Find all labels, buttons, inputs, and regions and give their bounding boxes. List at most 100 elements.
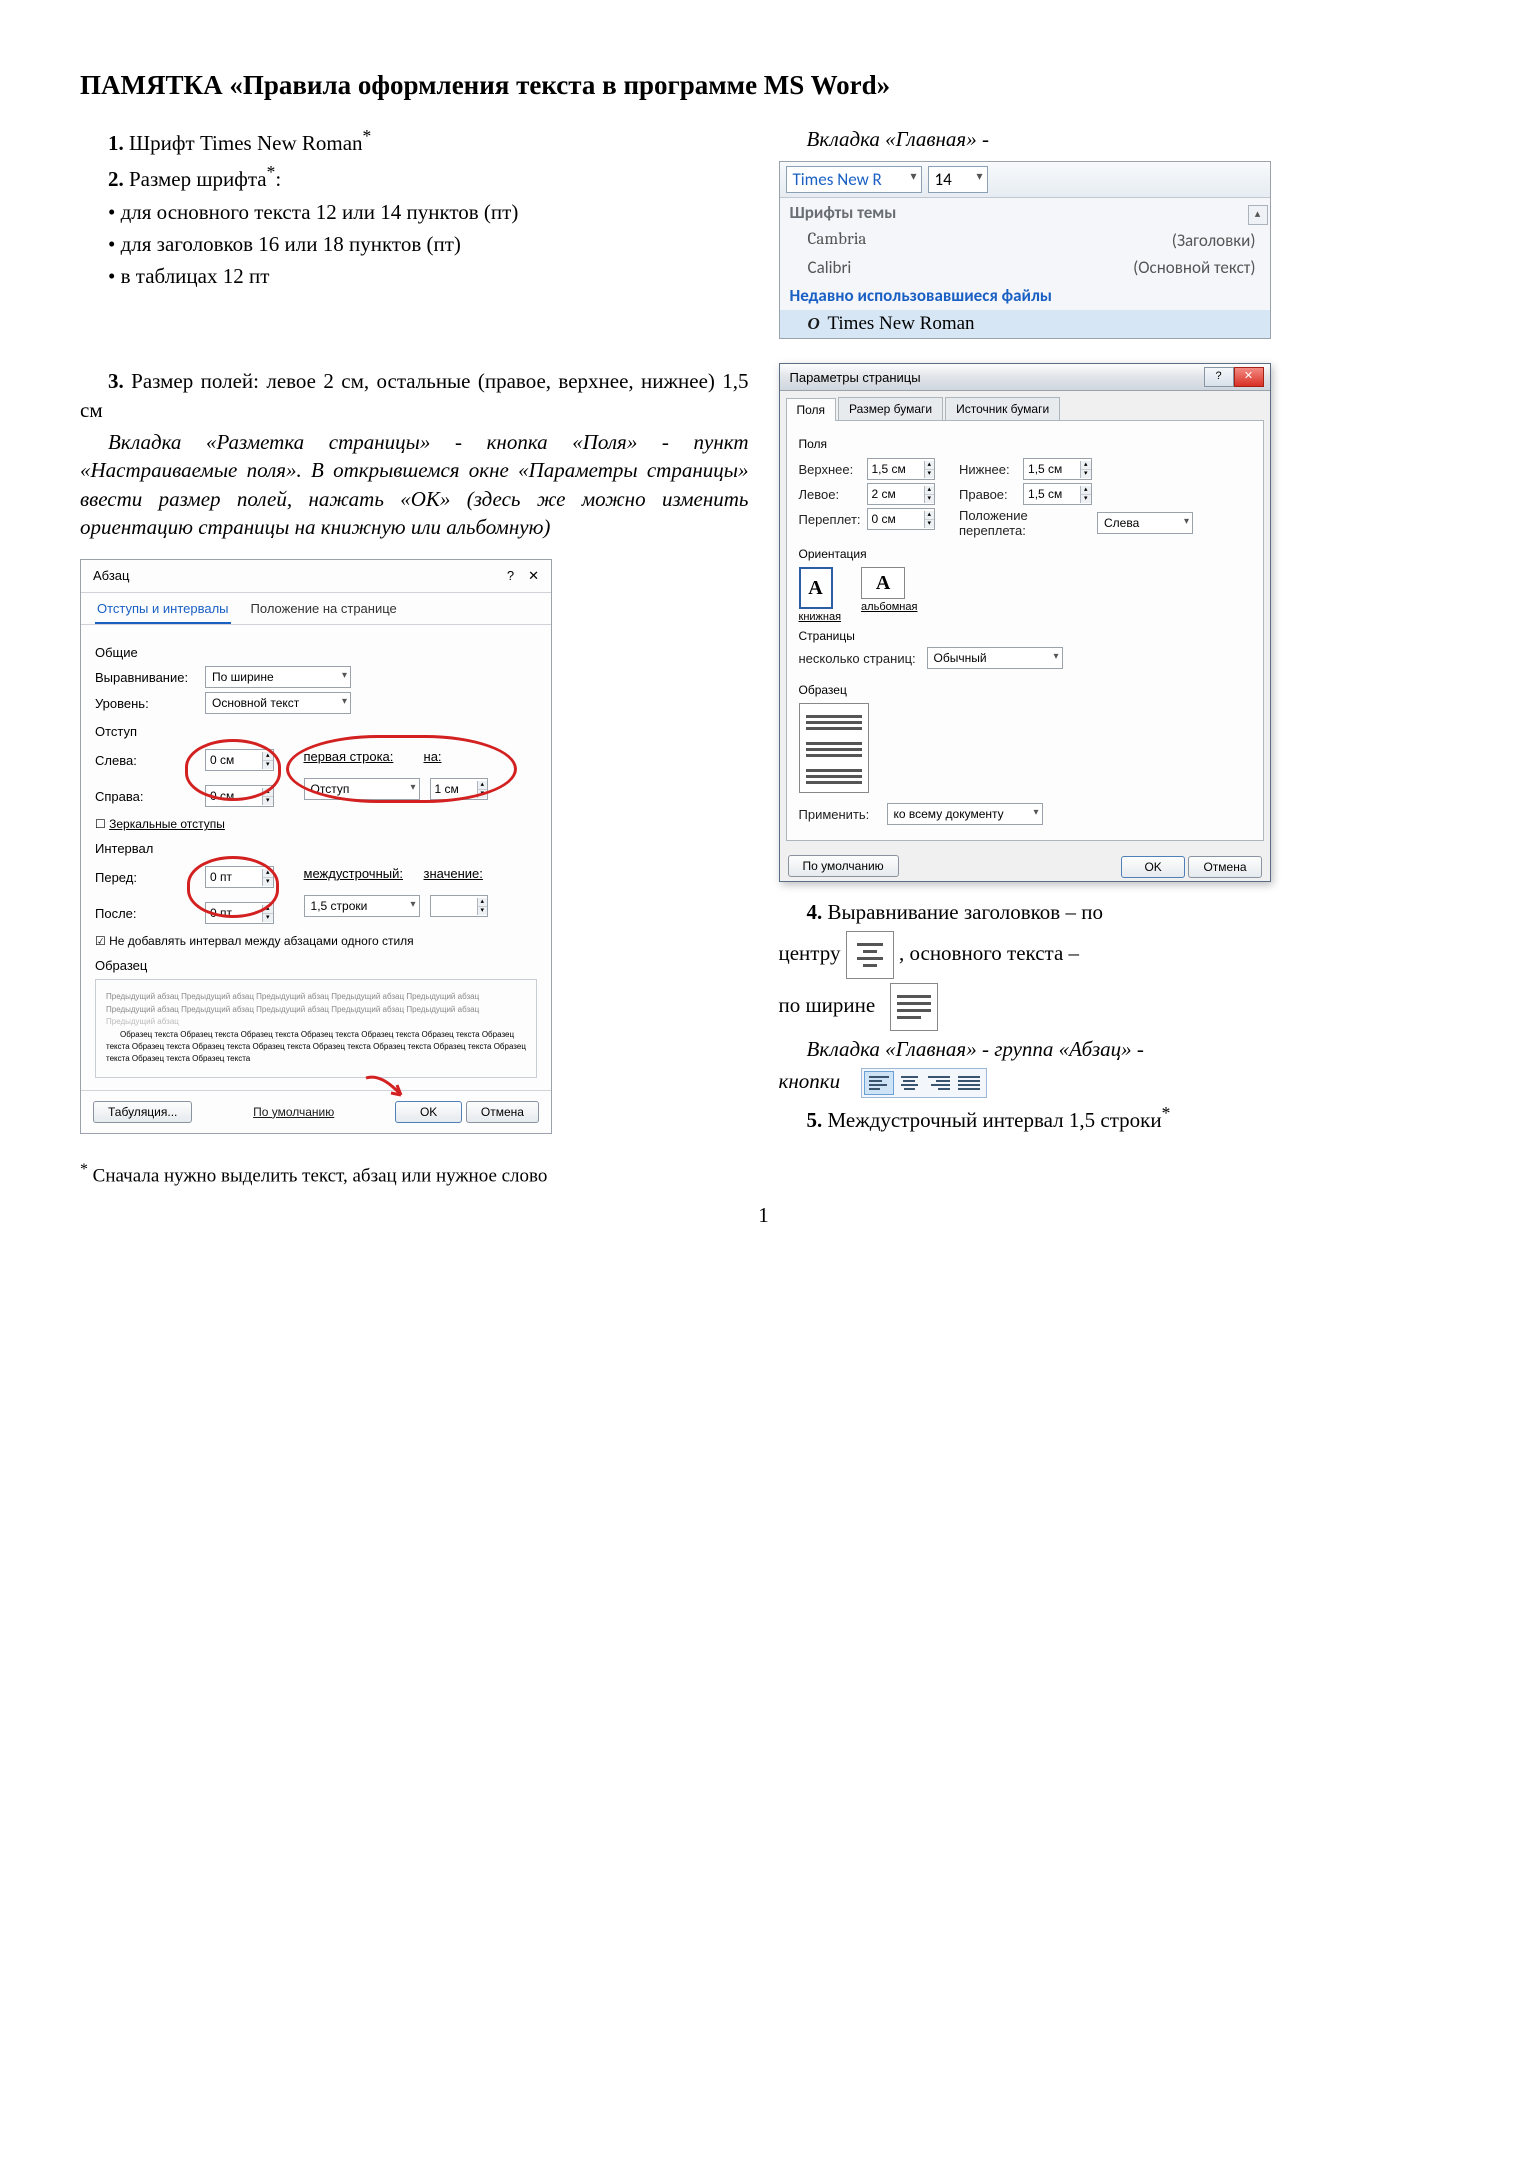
para-level-label: Уровень: <box>95 696 195 711</box>
indent-left-label: Слева: <box>95 753 195 768</box>
rule-3: 3. Размер полей: левое 2 см, остальные (… <box>80 367 749 424</box>
at-spin[interactable]: ▴▾ <box>430 895 489 917</box>
close-button[interactable]: ✕ <box>1234 367 1264 387</box>
tabs-button[interactable]: Табуляция... <box>93 1101 192 1123</box>
orientation-label: Ориентация <box>799 547 1251 561</box>
para-group-spacing: Интервал <box>95 841 537 856</box>
apply-to-label: Применить: <box>799 807 879 822</box>
align-right-button[interactable] <box>924 1071 954 1095</box>
doc-title: ПАМЯТКА «Правила оформления текста в про… <box>80 70 1447 101</box>
help-button[interactable]: ? <box>1204 367 1234 387</box>
para-group-general: Общие <box>95 645 537 660</box>
font-size-combo[interactable]: 14 <box>928 166 988 193</box>
rule-2c: в таблицах 12 пт <box>80 262 749 290</box>
top-margin-spin[interactable]: ▴▾ <box>867 458 936 480</box>
para-cancel-button[interactable]: Отмена <box>466 1101 539 1123</box>
gutter-pos-select[interactable]: Слева <box>1097 512 1193 534</box>
first-line-label: первая строка: <box>304 749 414 764</box>
gutter-pos-label: Положение переплета: <box>959 508 1089 538</box>
rule-3-hint: Вкладка «Разметка страницы» - кнопка «По… <box>80 428 749 541</box>
preview-label: Образец <box>799 683 1251 697</box>
align-justify-icon <box>890 983 938 1031</box>
tab-margins[interactable]: Поля <box>786 398 837 421</box>
font-section-theme: Шрифты темы <box>780 198 1270 227</box>
tab-hint-main: Вкладка «Главная» - <box>779 125 1448 153</box>
font-name-combo[interactable]: Times New R <box>786 166 922 193</box>
right-margin-spin[interactable]: ▴▾ <box>1023 483 1092 505</box>
rule-4-hint2: кнопки <box>779 1067 1448 1098</box>
page-setup-title: Параметры страницы <box>790 370 921 385</box>
gutter-spin[interactable]: ▴▾ <box>867 508 936 530</box>
align-buttons-group <box>861 1068 987 1098</box>
left-margin-label: Левое: <box>799 487 859 502</box>
rule-5: 5. Междустрочный интервал 1,5 строки* <box>779 1102 1448 1134</box>
font-section-recent: Недавно использовавшиеся файлы <box>780 281 1270 310</box>
first-line-select[interactable]: Отступ <box>304 778 420 800</box>
after-spin[interactable]: ▴▾ <box>205 902 274 924</box>
nospace-check[interactable]: ☑ Не добавлять интервал между абзацами о… <box>95 934 537 948</box>
multi-pages-label: несколько страниц: <box>799 651 919 666</box>
align-justify-button[interactable] <box>954 1071 984 1095</box>
after-label: После: <box>95 906 195 921</box>
gutter-label: Переплет: <box>799 512 859 527</box>
para-align-select[interactable]: По ширине <box>205 666 351 688</box>
tab-paper-size[interactable]: Размер бумаги <box>838 397 943 420</box>
multi-pages-select[interactable]: Обычный <box>927 647 1063 669</box>
align-center-icon <box>846 931 894 979</box>
margins-label: Поля <box>799 437 1251 451</box>
right-margin-label: Правое: <box>959 487 1015 502</box>
by-label: на: <box>424 749 464 764</box>
before-label: Перед: <box>95 870 195 885</box>
para-level-select[interactable]: Основной текст <box>205 692 351 714</box>
bottom-margin-label: Нижнее: <box>959 462 1015 477</box>
rule-2a: для основного текста 12 или 14 пунктов (… <box>80 198 749 226</box>
page-cancel-button[interactable]: Отмена <box>1188 856 1261 878</box>
page-default-button[interactable]: По умолчанию <box>788 855 899 877</box>
para-align-label: Выравнивание: <box>95 670 195 685</box>
page-number: 1 <box>80 1201 1447 1229</box>
font-row-cambria[interactable]: Cambria (Заголовки) <box>780 227 1270 254</box>
font-row-calibri[interactable]: Calibri (Основной текст) <box>780 254 1270 281</box>
at-label: значение: <box>424 866 484 881</box>
apply-to-select[interactable]: ко всему документу <box>887 803 1043 825</box>
by-spin[interactable]: ▴▾ <box>430 778 489 800</box>
orientation-portrait[interactable]: A книжная <box>799 567 842 623</box>
rule-4-justify: по ширине <box>779 983 1448 1031</box>
font-dropdown-screenshot: Times New R 14 Шрифты темы ▴ Cambria (За… <box>779 161 1271 339</box>
indent-right-spin[interactable]: ▴▾ <box>205 785 274 807</box>
paragraph-dialog: Абзац ? ✕ Отступы и интервалы Положение н… <box>80 559 552 1133</box>
para-preview-label: Образец <box>95 958 537 973</box>
rule-2: 2. Размер шрифта*: <box>80 161 749 193</box>
rule-2b: для заголовков 16 или 18 пунктов (пт) <box>80 230 749 258</box>
top-margin-label: Верхнее: <box>799 462 859 477</box>
pages-label: Страницы <box>799 629 1251 643</box>
para-preview-box: Предыдущий абзац Предыдущий абзац Предыд… <box>95 979 537 1077</box>
rule-1: 1. Шрифт Times New Roman* <box>80 125 749 157</box>
indent-right-label: Справа: <box>95 789 195 804</box>
page-preview <box>799 703 869 793</box>
mirror-check[interactable]: ☐ Зеркальные отступы <box>95 817 537 831</box>
font-row-tnr[interactable]: O Times New Roman <box>780 310 1270 338</box>
indent-left-spin[interactable]: ▴▾ <box>205 749 274 771</box>
rule-4-hint1: Вкладка «Главная» - группа «Абзац» - <box>779 1035 1448 1063</box>
help-icon[interactable]: ? <box>507 568 514 583</box>
scroll-up-button[interactable]: ▴ <box>1248 205 1268 225</box>
para-tab-indents[interactable]: Отступы и интервалы <box>95 593 231 624</box>
linespacing-label: междустрочный: <box>304 866 414 881</box>
align-left-button[interactable] <box>864 1071 894 1095</box>
orientation-landscape[interactable]: A альбомная <box>861 567 917 623</box>
tab-paper-source[interactable]: Источник бумаги <box>945 397 1060 420</box>
para-tab-position[interactable]: Положение на странице <box>249 593 399 624</box>
para-title: Абзац <box>93 568 129 584</box>
align-center-button[interactable] <box>894 1071 924 1095</box>
page-setup-dialog: Параметры страницы ? ✕ Поля Размер бумаг… <box>779 363 1271 882</box>
page-ok-button[interactable]: OK <box>1121 856 1184 878</box>
close-icon[interactable]: ✕ <box>528 568 539 583</box>
left-margin-spin[interactable]: ▴▾ <box>867 483 936 505</box>
before-spin[interactable]: ▴▾ <box>205 866 274 888</box>
para-default-button[interactable]: По умолчанию <box>253 1105 334 1119</box>
linespacing-select[interactable]: 1,5 строки <box>304 895 420 917</box>
bottom-margin-spin[interactable]: ▴▾ <box>1023 458 1092 480</box>
footnote: * Сначала нужно выделить текст, абзац ил… <box>80 1159 1447 1189</box>
para-ok-button[interactable]: OK <box>395 1101 462 1123</box>
